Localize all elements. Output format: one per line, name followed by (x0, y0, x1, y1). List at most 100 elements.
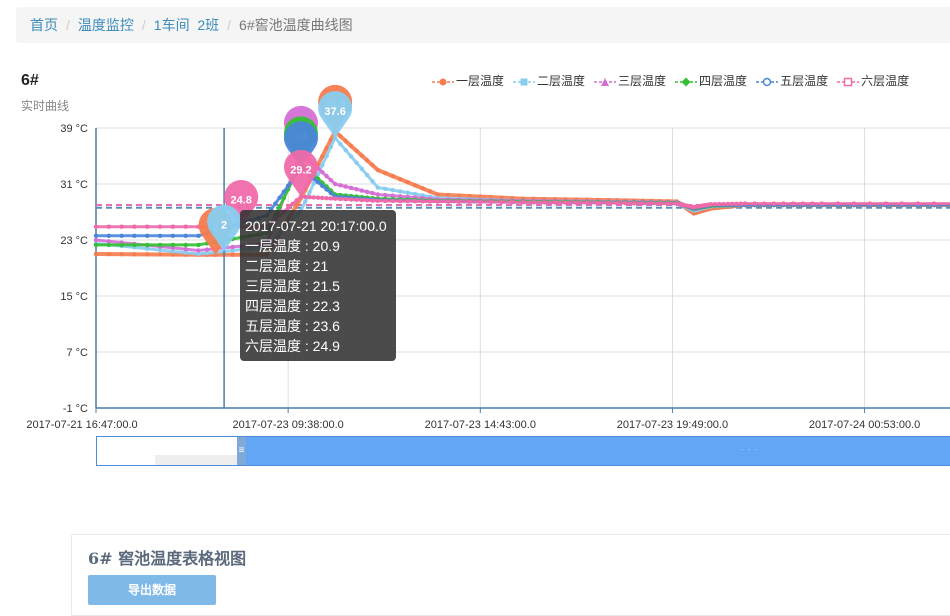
data-point (375, 167, 381, 173)
data-point (631, 200, 637, 206)
data-point (145, 252, 150, 257)
data-point (157, 224, 163, 229)
y-tick-label: 31 °C (60, 179, 88, 191)
data-point (343, 197, 348, 202)
y-tick-label: 39 °C (60, 123, 88, 135)
data-point (277, 204, 282, 209)
tooltip-row: 三层温度 : 21.5 (245, 278, 340, 294)
data-point (359, 197, 365, 203)
data-point (405, 198, 410, 204)
data-point (170, 233, 176, 238)
data-point (348, 197, 354, 202)
data-point (354, 197, 359, 202)
data-point (584, 200, 590, 205)
data-zoom-slider[interactable]: ≡ · · · (96, 436, 950, 466)
data-point (364, 198, 370, 203)
data-point (730, 201, 735, 207)
data-point (328, 190, 334, 196)
data-point (370, 162, 375, 168)
data-point (364, 172, 370, 178)
data-point (157, 233, 163, 238)
data-point (915, 201, 921, 206)
export-data-button[interactable]: 导出数据 (88, 575, 216, 605)
data-point (364, 158, 370, 163)
data-point (338, 183, 343, 188)
data-point (383, 186, 388, 192)
data-point (311, 195, 316, 200)
data-point (324, 195, 329, 201)
y-tick-label: 15 °C (60, 291, 88, 303)
tooltip-row: 六层温度 : 24.9 (245, 338, 340, 354)
data-point (359, 153, 365, 158)
data-point (398, 189, 403, 194)
data-point (717, 201, 722, 207)
data-point (563, 200, 568, 205)
data-point (542, 200, 547, 205)
data-point (383, 170, 388, 176)
marker-label: 37.6 (324, 106, 345, 118)
x-tick-label: 2017-07-24 00:53:00.0 (809, 419, 920, 431)
data-point (106, 224, 112, 229)
data-point (738, 201, 743, 206)
x-tick-label: 2017-07-23 19:49:00.0 (617, 419, 728, 431)
data-point (106, 251, 112, 257)
data-point (665, 201, 671, 206)
data-point (196, 233, 201, 238)
data-point (383, 198, 388, 204)
slider-selected-range[interactable] (245, 437, 950, 465)
data-point (405, 190, 410, 195)
data-point (119, 251, 124, 257)
data-point (106, 242, 112, 248)
data-point (370, 190, 375, 196)
tooltip-row: 四层温度 : 22.3 (245, 298, 340, 314)
data-point (338, 196, 343, 202)
data-point (230, 252, 235, 257)
data-point (398, 176, 403, 182)
data-point (606, 200, 611, 206)
data-point (867, 201, 873, 206)
data-point (370, 198, 375, 203)
data-point (324, 153, 329, 159)
data-point (145, 242, 150, 248)
table-view-panel: 6# 窖池温度表格视图 导出数据 (71, 534, 950, 616)
data-point (648, 201, 654, 206)
data-point (742, 201, 748, 206)
data-point (332, 181, 338, 187)
data-point (574, 200, 579, 205)
data-point (354, 148, 359, 153)
data-point (420, 199, 425, 204)
data-point (354, 160, 359, 165)
data-point (552, 200, 558, 205)
slider-grip-icon[interactable]: · · · (741, 445, 758, 454)
data-point (725, 201, 731, 207)
data-point (303, 194, 308, 200)
chart-tooltip: 2017-07-21 20:17:00.0 一层温度 : 20.9 二层温度 :… (240, 210, 396, 361)
data-point (390, 198, 395, 204)
data-point (132, 233, 137, 238)
data-point (320, 154, 325, 159)
data-point (595, 200, 600, 206)
data-point (294, 198, 299, 203)
data-point (183, 242, 188, 248)
data-point (93, 224, 99, 229)
slider-handle-left[interactable]: ≡ (237, 437, 246, 465)
data-point (230, 244, 235, 250)
data-point (343, 138, 348, 144)
data-point (320, 195, 325, 201)
data-point (348, 185, 354, 191)
temperature-chart[interactable]: 39 °C 31 °C 23 °C 15 °C 7 °C -1 °C 2017-07-21 … (0, 0, 950, 480)
data-point (883, 201, 889, 206)
data-point (383, 192, 388, 198)
data-point (132, 242, 137, 248)
y-tick-label: 23 °C (60, 235, 88, 247)
data-point (762, 201, 767, 206)
data-point (119, 224, 124, 229)
data-point (320, 183, 325, 189)
data-point (119, 233, 124, 238)
data-point (478, 199, 483, 205)
data-point (183, 224, 188, 229)
data-point (324, 173, 329, 179)
data-point (800, 201, 805, 206)
data-point (359, 188, 365, 193)
x-tick-label: 2017-07-23 09:38:00.0 (232, 419, 343, 431)
